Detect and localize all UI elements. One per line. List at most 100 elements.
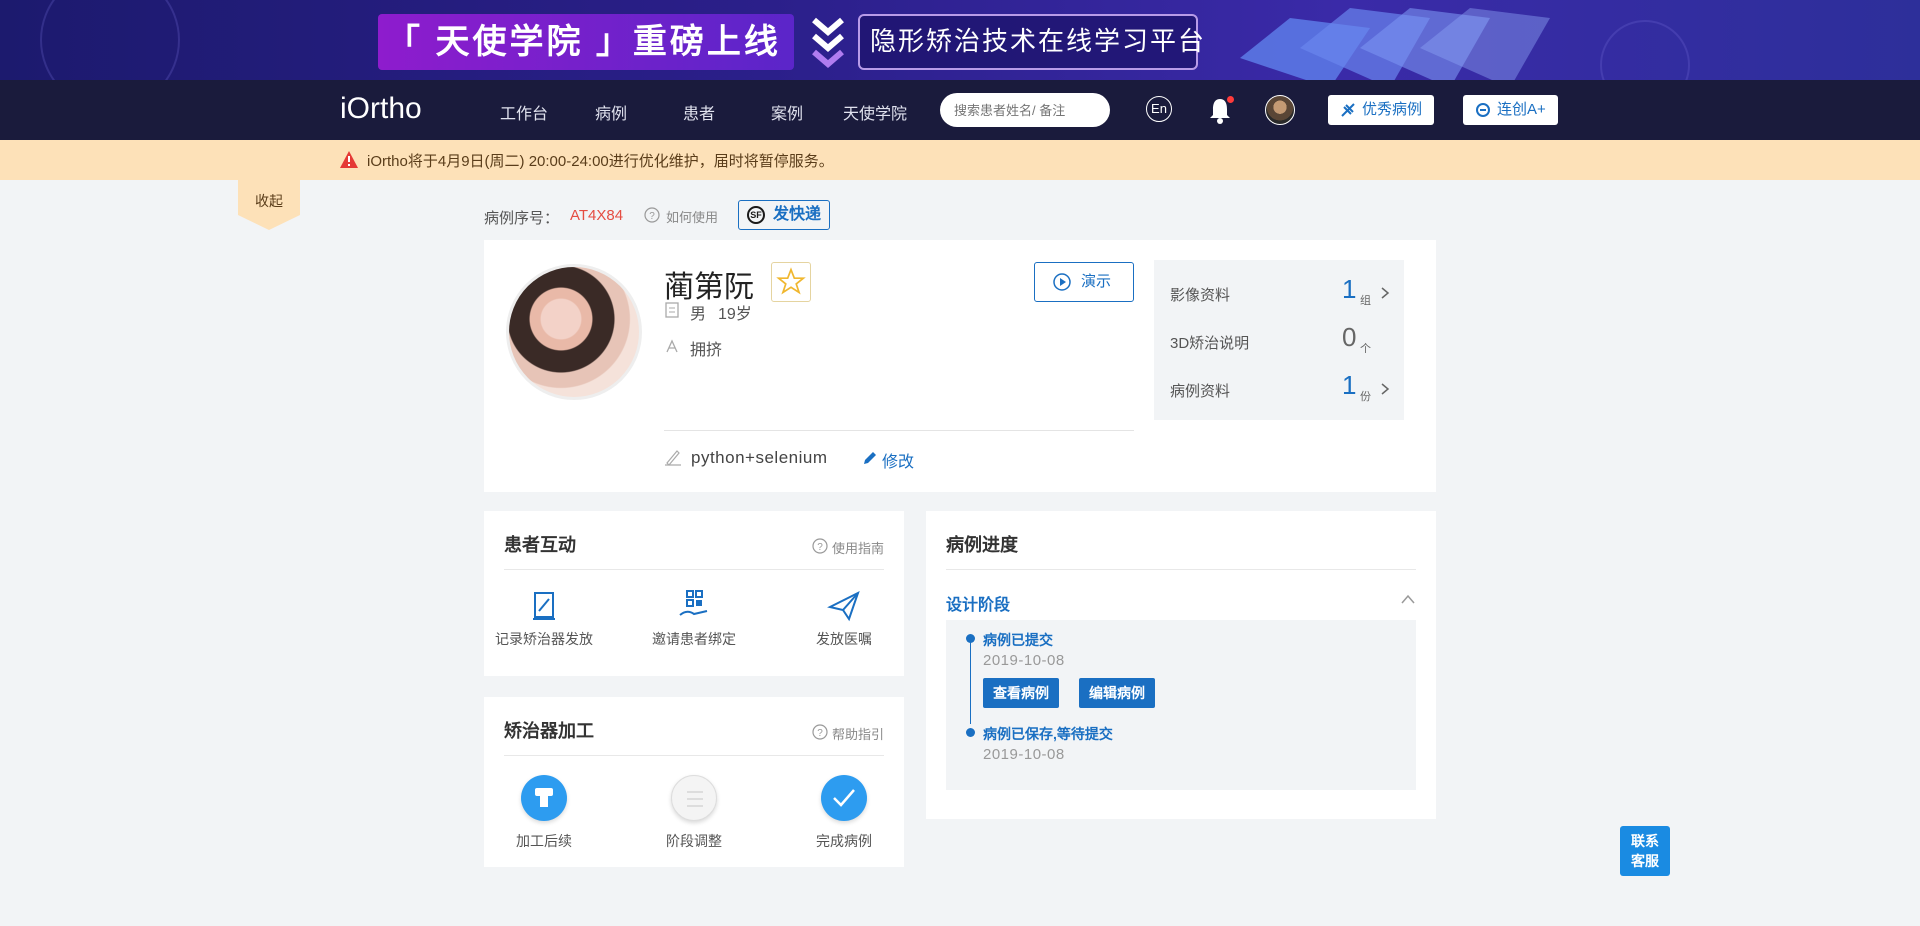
banner-cards-illustration <box>1240 8 1550 80</box>
divider <box>946 569 1416 570</box>
patient-gender: 男 <box>690 306 707 323</box>
nav-item-cases[interactable]: 病例 <box>595 100 627 124</box>
view-case-button[interactable]: 查看病例 <box>983 678 1059 708</box>
action-label: 阶段调整 <box>666 833 722 849</box>
patient-condition: 拥挤 <box>690 342 723 359</box>
service-line1: 联系 <box>1631 833 1659 849</box>
record-aligner-delivery-button[interactable]: 记录矫治器发放 <box>484 589 604 649</box>
timeline-dot <box>966 634 975 643</box>
case-progress-card: 病例进度 设计阶段 病例已提交 2019-10-08 查看病例 编辑病例 病例已… <box>926 511 1436 819</box>
stat-unit: 份 <box>1360 391 1371 403</box>
service-line2: 客服 <box>1631 853 1659 869</box>
timeline-event-title: 病例已保存,等待提交 <box>983 726 1113 742</box>
action-label: 发放医嘱 <box>816 631 872 647</box>
lianchuang-label: 连创A+ <box>1497 101 1546 118</box>
help-guide-link[interactable]: ? 帮助指引 <box>812 724 884 743</box>
excellent-cases-label: 优秀病例 <box>1362 101 1423 118</box>
edit-note-link[interactable]: 修改 <box>862 448 914 472</box>
stat-label: 病例资料 <box>1170 383 1231 400</box>
maintenance-notice: iOrtho将于4月9日(周二) 20:00-24:00进行优化维护，届时将暂停… <box>0 140 1920 180</box>
list-icon <box>687 791 703 807</box>
banner-subtitle: 隐形矫治技术在线学习平台 <box>858 14 1204 70</box>
notice-text: iOrtho将于4月9日(周二) 20:00-24:00进行优化维护，届时将暂停… <box>367 153 834 170</box>
timeline-event-date: 2019-10-08 <box>983 746 1065 763</box>
usage-guide-link[interactable]: ? 使用指南 <box>812 538 884 557</box>
sf-express-button[interactable]: SF 发快递 <box>738 200 830 230</box>
action-label: 记录矫治器发放 <box>495 631 593 647</box>
edit-case-button[interactable]: 编辑病例 <box>1079 678 1155 708</box>
action-label: 邀请患者绑定 <box>652 631 736 647</box>
id-card-icon <box>665 302 679 318</box>
feather-icon <box>1341 103 1355 117</box>
svg-text:?: ? <box>817 728 823 739</box>
aligner-icon <box>535 788 553 807</box>
play-icon <box>1053 273 1071 291</box>
nav-item-academy[interactable]: 天使学院 <box>843 100 907 124</box>
case-number-label: 病例序号： <box>484 210 560 227</box>
banner-headline: 「 天使学院 」重磅上线 <box>378 14 794 70</box>
stat-count: 0 <box>1342 322 1357 352</box>
collapse-button[interactable]: 收起 <box>238 180 300 230</box>
continue-processing-icon-wrap <box>521 775 567 821</box>
search-input[interactable] <box>940 93 1110 127</box>
edit-label: 修改 <box>882 454 915 471</box>
stat-case-documents[interactable]: 病例资料 1 份 <box>1154 364 1404 412</box>
complete-case-icon-wrap <box>821 775 867 821</box>
chevron-up-icon[interactable] <box>1400 593 1416 605</box>
star-icon <box>776 267 806 295</box>
how-to-use-link[interactable]: 如何使用 <box>666 207 718 226</box>
continue-processing-button[interactable]: 加工后续 <box>484 775 604 851</box>
divider <box>504 569 884 570</box>
svg-text:?: ? <box>649 211 655 222</box>
excellent-cases-button[interactable]: 优秀病例 <box>1328 95 1435 125</box>
stage-title[interactable]: 设计阶段 <box>946 591 1010 615</box>
patient-interaction-card: 患者互动 ? 使用指南 记录矫治器发放 邀请患者绑定 发放医嘱 <box>484 511 904 676</box>
banner-decoration <box>40 0 180 80</box>
svg-text:?: ? <box>817 542 823 553</box>
help-guide-label: 帮助指引 <box>831 727 884 742</box>
help-icon[interactable]: ? <box>644 207 660 223</box>
customer-service-button[interactable]: 联系 客服 <box>1620 826 1670 876</box>
checkmark-icon <box>833 789 855 807</box>
stage-adjust-button[interactable]: 阶段调整 <box>634 775 754 851</box>
nav-item-patients[interactable]: 患者 <box>683 100 715 124</box>
patient-age: 19岁 <box>718 306 752 323</box>
stat-label: 影像资料 <box>1170 287 1231 304</box>
top-navbar: iOrtho 工作台 病例 患者 案例 天使学院 En 优秀病例 连创A+ <box>0 80 1920 140</box>
usage-guide-label: 使用指南 <box>831 541 884 556</box>
warning-icon <box>340 151 358 168</box>
timeline: 病例已提交 2019-10-08 查看病例 编辑病例 病例已保存,等待提交 20… <box>946 620 1416 790</box>
stat-label: 3D矫治说明 <box>1170 335 1250 352</box>
chevron-down-icon <box>812 17 844 68</box>
link-icon <box>1476 103 1490 117</box>
stat-count: 1 <box>1342 274 1357 304</box>
timeline-connector <box>970 640 971 724</box>
patient-card: 蔺第阮 男 19岁 拥挤 演示 python+selenium 修改 影像资料 … <box>484 240 1436 492</box>
chevron-right-icon <box>1381 287 1390 299</box>
divider <box>664 430 1134 431</box>
nav-item-examples[interactable]: 案例 <box>771 100 803 124</box>
favorite-star-button[interactable] <box>771 262 811 302</box>
send-advice-button[interactable]: 发放医嘱 <box>784 589 904 649</box>
complete-case-button[interactable]: 完成病例 <box>784 775 904 851</box>
stat-3d-instructions[interactable]: 3D矫治说明 0 个 <box>1154 316 1404 364</box>
invite-patient-button[interactable]: 邀请患者绑定 <box>634 589 754 649</box>
help-icon: ? <box>812 724 828 740</box>
pen-icon <box>665 450 681 466</box>
aligner-processing-card: 矫治器加工 ? 帮助指引 加工后续 阶段调整 完成病例 <box>484 697 904 867</box>
divider <box>504 755 884 756</box>
demo-button[interactable]: 演示 <box>1034 262 1134 302</box>
language-toggle[interactable]: En <box>1146 96 1172 122</box>
user-avatar[interactable] <box>1265 95 1295 125</box>
promo-banner[interactable]: 「 天使学院 」重磅上线 隐形矫治技术在线学习平台 <box>0 0 1920 80</box>
stage-adjust-icon-wrap <box>671 775 717 821</box>
stat-count: 1 <box>1342 370 1357 400</box>
nav-item-workbench[interactable]: 工作台 <box>500 100 548 124</box>
stat-images[interactable]: 影像资料 1 组 <box>1154 268 1404 316</box>
notification-dot <box>1227 96 1234 103</box>
logo[interactable]: iOrtho <box>340 92 422 126</box>
qr-hand-icon <box>679 590 708 616</box>
timeline-dot <box>966 728 975 737</box>
lianchuang-button[interactable]: 连创A+ <box>1463 95 1558 125</box>
card-title: 患者互动 <box>504 535 576 555</box>
